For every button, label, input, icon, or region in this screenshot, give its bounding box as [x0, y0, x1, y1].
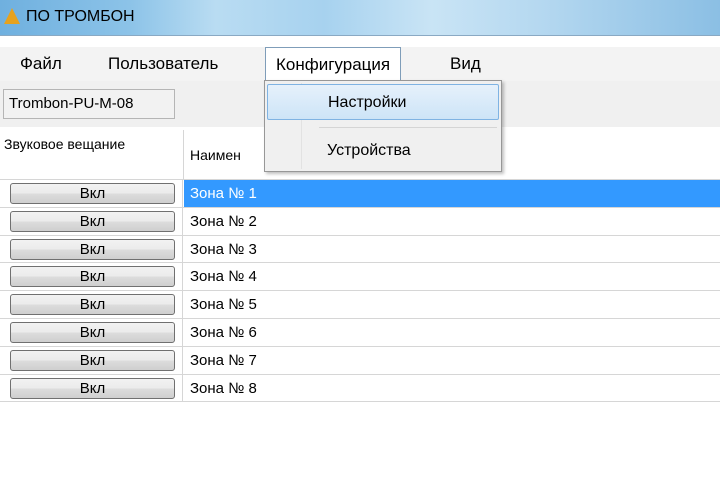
enable-button[interactable]: Вкл: [10, 377, 175, 399]
menu-item-settings[interactable]: Настройки: [267, 84, 499, 120]
table-row[interactable]: Вкл Зона № 8: [0, 374, 720, 403]
table-row[interactable]: Вкл Зона № 1: [0, 180, 720, 208]
zone-name-cell[interactable]: Зона № 6: [184, 319, 720, 346]
table-row[interactable]: Вкл Зона № 3: [0, 235, 720, 264]
column-header-name[interactable]: Наимен: [190, 147, 241, 163]
table-row[interactable]: Вкл Зона № 6: [0, 318, 720, 347]
zone-name-cell[interactable]: Зона № 3: [184, 236, 720, 263]
title-bar[interactable]: ПО ТРОМБОН: [0, 0, 720, 36]
button-cell: Вкл: [0, 346, 183, 374]
button-cell: Вкл: [0, 235, 183, 263]
button-cell: Вкл: [0, 291, 183, 318]
enable-button[interactable]: Вкл: [10, 183, 175, 204]
column-divider[interactable]: [183, 130, 184, 180]
menu-user[interactable]: Пользователь: [98, 47, 228, 81]
zone-name-cell[interactable]: Зона № 5: [184, 291, 720, 318]
enable-button[interactable]: Вкл: [10, 321, 175, 343]
menu-view[interactable]: Вид: [440, 47, 491, 81]
button-cell: Вкл: [0, 263, 183, 291]
zone-name-cell[interactable]: Зона № 1: [184, 180, 720, 207]
column-header-broadcast[interactable]: Звуковое вещание: [4, 136, 174, 153]
table-row[interactable]: Вкл Зона № 2: [0, 207, 720, 236]
menu-configuration[interactable]: Конфигурация: [265, 47, 402, 81]
enable-button[interactable]: Вкл: [10, 238, 175, 260]
button-cell: Вкл: [0, 318, 183, 346]
zone-grid: Вкл Зона № 1 Вкл Зона № 2 Вкл Зона № 3 В…: [0, 180, 720, 403]
button-cell: Вкл: [0, 180, 183, 207]
enable-button[interactable]: Вкл: [10, 294, 175, 316]
window-title: ПО ТРОМБОН: [26, 8, 135, 25]
zone-name-cell[interactable]: Зона № 8: [184, 375, 720, 402]
menu-item-devices[interactable]: Устройства: [267, 133, 499, 169]
button-cell: Вкл: [0, 374, 183, 402]
zone-name-cell[interactable]: Зона № 4: [184, 263, 720, 290]
warning-triangle-icon: [4, 8, 20, 24]
server-label: Trombon-PU-M-08: [3, 89, 175, 119]
zone-name-cell[interactable]: Зона № 7: [184, 347, 720, 374]
menu-bar: Файл Пользователь Конфигурация Вид: [0, 47, 720, 81]
button-cell: Вкл: [0, 207, 183, 235]
zone-name-cell[interactable]: Зона № 2: [184, 208, 720, 235]
table-row[interactable]: Вкл Зона № 7: [0, 346, 720, 375]
table-row[interactable]: Вкл Зона № 4: [0, 263, 720, 292]
configuration-dropdown: Настройки Устройства: [264, 80, 502, 172]
enable-button[interactable]: Вкл: [10, 210, 175, 232]
menu-separator: [319, 127, 497, 128]
enable-button[interactable]: Вкл: [10, 266, 175, 288]
table-row[interactable]: Вкл Зона № 5: [0, 291, 720, 319]
menu-file[interactable]: Файл: [10, 47, 72, 81]
enable-button[interactable]: Вкл: [10, 349, 175, 371]
